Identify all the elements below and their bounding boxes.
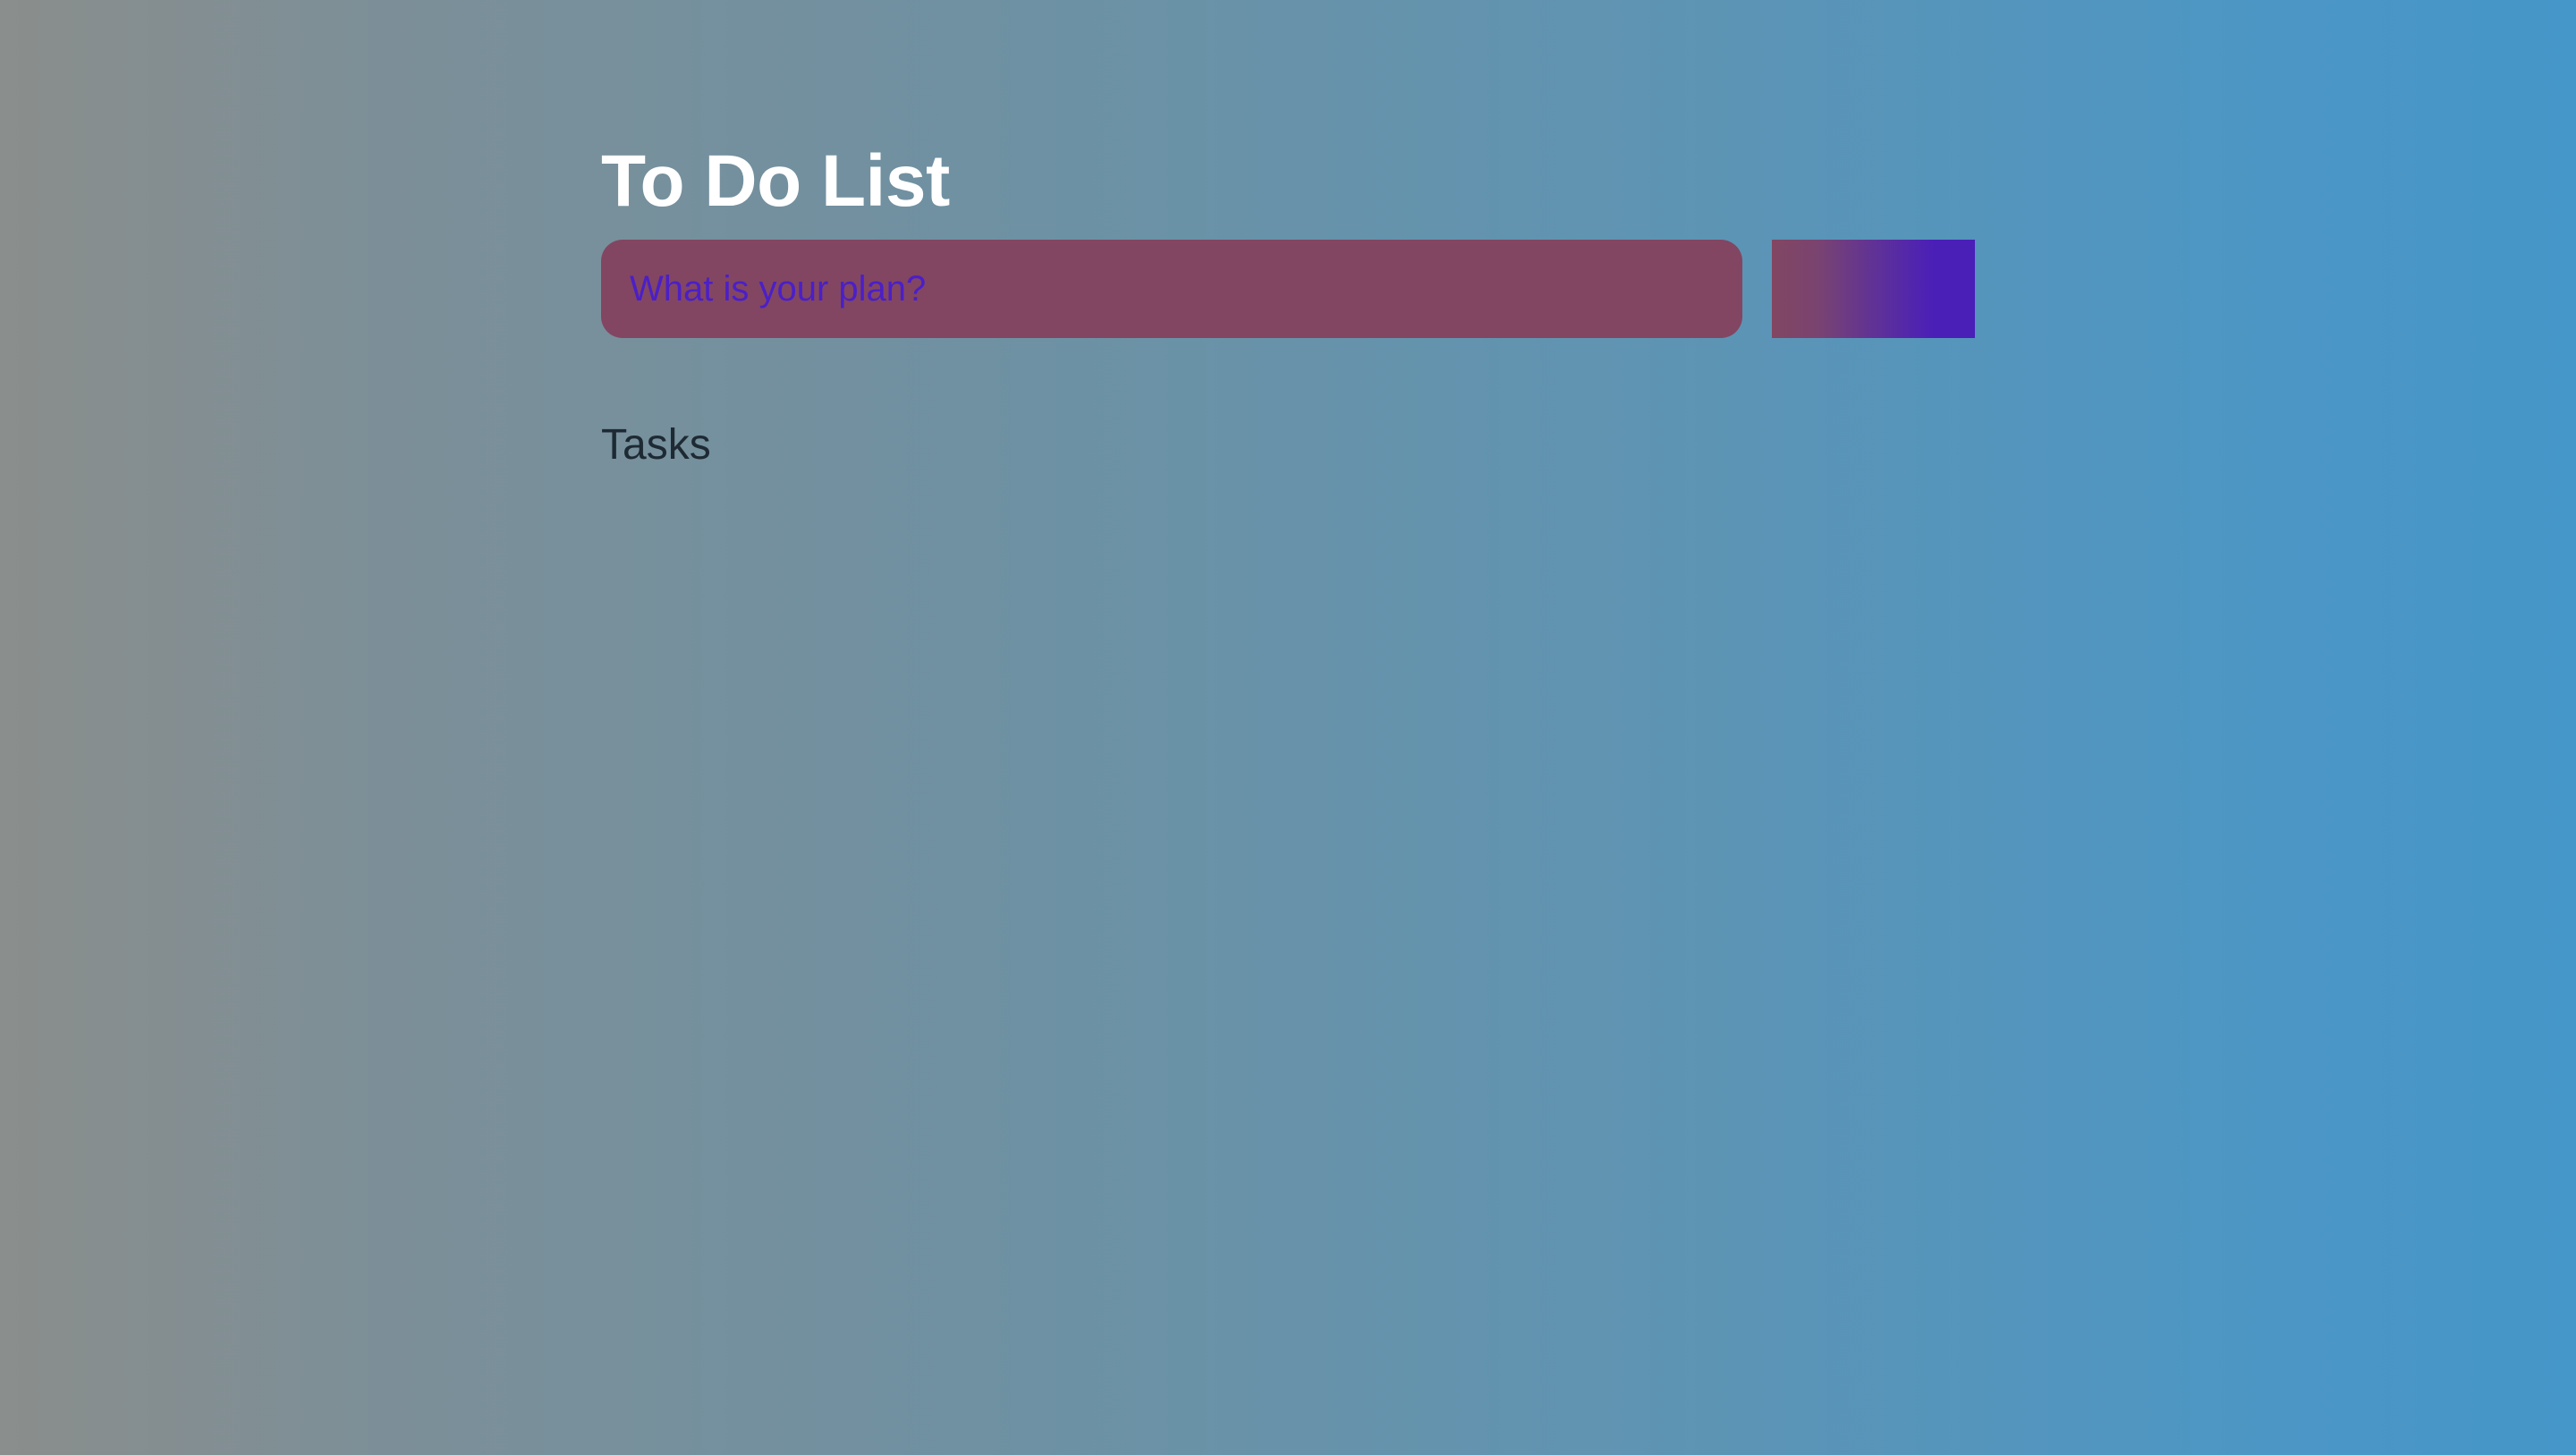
- tasks-heading: Tasks: [601, 421, 711, 469]
- todo-input[interactable]: [601, 240, 1742, 338]
- add-task-button[interactable]: [1772, 240, 1975, 338]
- page-title: To Do List: [601, 140, 950, 222]
- todo-app: To Do List Tasks: [601, 134, 1975, 469]
- todo-form: [601, 240, 1975, 338]
